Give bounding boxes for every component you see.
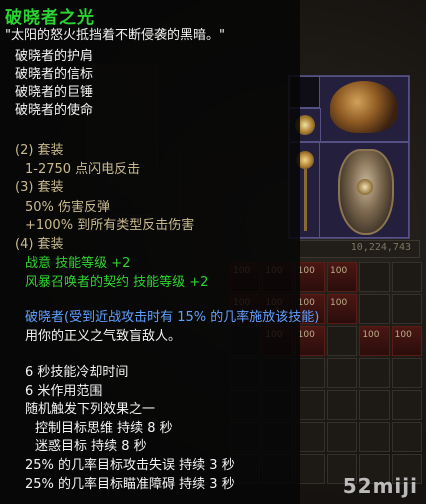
inventory-slot[interactable]: [359, 390, 390, 420]
set-bonus-2-effect: 1-2750 点闪电反击: [25, 162, 141, 177]
set-title: 破晓者之光: [5, 8, 95, 28]
inventory-slot[interactable]: [391, 358, 422, 388]
set-item-name: 破晓者的使命: [15, 103, 94, 118]
stack-count: 100: [297, 330, 315, 340]
random-effect: 25% 的几率目标瞄准障碍 持续 3 秒: [25, 477, 235, 492]
inventory-slot[interactable]: [391, 294, 422, 324]
granted-skill-proc: 破晓者(受到近战攻击时有 15% 的几率施放该技能): [25, 310, 320, 325]
inventory-slot[interactable]: 100: [391, 326, 422, 356]
skill-bonus: 风暴召唤者的契约 技能等级 +2: [25, 275, 209, 290]
inventory-slot[interactable]: [327, 358, 358, 388]
inventory-slot[interactable]: [327, 326, 358, 356]
skill-bonus: 战意 技能等级 +2: [25, 256, 131, 271]
site-watermark: 52miji: [342, 474, 418, 498]
set-bonus-3-effect: 50% 伤害反弹: [25, 200, 111, 215]
random-effect: 25% 的几率目标攻击失误 持续 3 秒: [25, 458, 235, 473]
inventory-slot[interactable]: [359, 358, 390, 388]
random-effect: 迷惑目标 持续 8 秒: [35, 439, 147, 454]
item-set-tooltip: 破晓者之光 "太阳的怒火抵挡着不断侵袭的黑暗。" 破晓者的护肩 破晓者的信标 破…: [0, 0, 319, 504]
set-item-name: 破晓者的护肩: [15, 49, 94, 64]
set-item-shield[interactable]: [319, 142, 409, 238]
skill-range: 6 米作用范围: [25, 384, 103, 399]
set-item-shoulder[interactable]: [319, 76, 409, 142]
inventory-slot[interactable]: 100: [327, 262, 358, 292]
granted-skill-description: 用你的正义之气致盲敌人。: [25, 329, 182, 344]
stack-count: 100: [297, 266, 315, 276]
inventory-slot[interactable]: [391, 390, 422, 420]
shield-boss: [357, 179, 373, 195]
inventory-slot[interactable]: 100: [327, 294, 358, 324]
inventory-slot[interactable]: [391, 422, 422, 452]
random-effect-header: 随机触发下列效果之一: [25, 402, 156, 417]
gold-display: 10,224,743: [296, 240, 420, 258]
set-item-name: 破晓者的巨锤: [15, 85, 94, 100]
inventory-slot[interactable]: [359, 294, 390, 324]
set-items-panel: [288, 75, 410, 239]
random-effect: 控制目标思维 持续 8 秒: [35, 421, 173, 436]
set-bonus-3-effect: +100% 到所有类型反击伤害: [25, 218, 195, 233]
inventory-slot[interactable]: [327, 422, 358, 452]
mace-shaft: [304, 169, 307, 231]
inventory-slot[interactable]: [327, 390, 358, 420]
stack-count: 100: [297, 298, 315, 308]
inventory-slot[interactable]: 100: [359, 326, 390, 356]
shield-icon: [338, 149, 394, 235]
set-bonus-4-header: (4) 套装: [15, 237, 64, 252]
shoulder-guard-icon: [330, 81, 398, 133]
set-bonus-2-header: (2) 套装: [15, 143, 64, 158]
stack-count: 100: [362, 330, 380, 340]
set-flavor-text: "太阳的怒火抵挡着不断侵袭的黑暗。": [5, 28, 225, 43]
skill-cooldown: 6 秒技能冷却时间: [25, 365, 129, 380]
gold-amount: 10,224,743: [350, 242, 411, 253]
stack-count: 100: [330, 298, 348, 308]
inventory-slot[interactable]: [359, 262, 390, 292]
inventory-slot[interactable]: [359, 422, 390, 452]
inventory-slot[interactable]: [391, 262, 422, 292]
stack-count: 100: [330, 266, 348, 276]
set-bonus-3-header: (3) 套装: [15, 180, 64, 195]
stack-count: 100: [394, 330, 412, 340]
set-item-name: 破晓者的信标: [15, 67, 94, 82]
